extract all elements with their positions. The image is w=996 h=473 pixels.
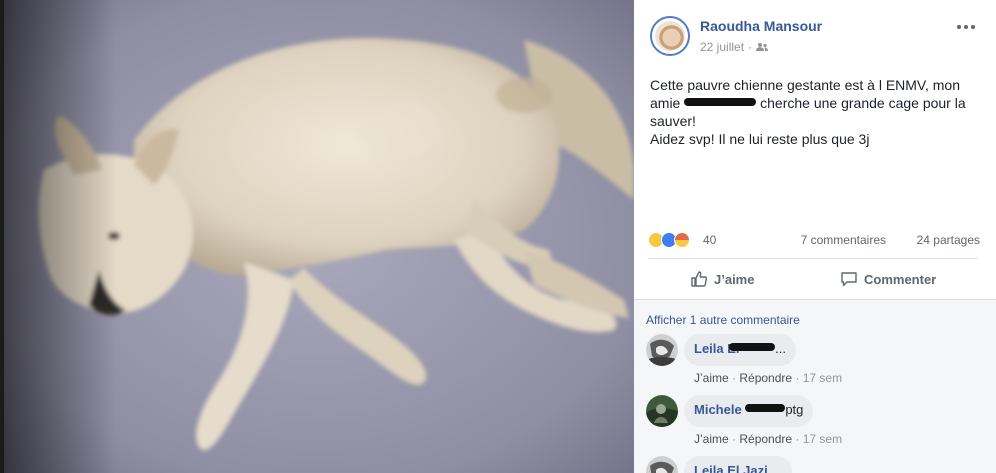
comment-button[interactable]: Commenter bbox=[840, 268, 936, 290]
reaction-icons[interactable] bbox=[648, 232, 690, 248]
comment-like-link[interactable]: J’aime bbox=[694, 432, 729, 446]
comment-time[interactable]: 17 sem bbox=[803, 371, 842, 385]
comment-actions: J’aime · Répondre · 17 sem bbox=[694, 371, 843, 385]
like-button[interactable]: J’aime bbox=[690, 268, 754, 290]
comment-reply-link[interactable]: Répondre bbox=[739, 432, 792, 446]
post-text-line: sauver! bbox=[650, 113, 696, 129]
comment-bubble: Leila El Jazi ... bbox=[684, 456, 793, 473]
friends-icon bbox=[756, 43, 769, 51]
commenter-avatar[interactable] bbox=[646, 395, 678, 427]
angry-reaction-icon bbox=[674, 232, 690, 248]
like-button-label: J’aime bbox=[714, 271, 755, 287]
post-photo[interactable] bbox=[0, 0, 634, 473]
comment-bubble: Leila El ... bbox=[684, 334, 796, 366]
divider bbox=[648, 258, 978, 259]
post-text-line: amie cherche une grande cage pour la bbox=[650, 95, 966, 111]
comment-like-link[interactable]: J’aime bbox=[694, 371, 729, 385]
redaction-mark bbox=[729, 343, 776, 351]
redaction-mark bbox=[684, 98, 757, 106]
comment-count[interactable]: 7 commentaires bbox=[801, 233, 886, 247]
commenter-name[interactable]: Michele bbox=[694, 402, 742, 417]
comment-time[interactable]: 17 sem bbox=[803, 432, 842, 446]
reaction-count[interactable]: 40 bbox=[703, 233, 716, 247]
author-name[interactable]: Raoudha Mansour bbox=[700, 18, 822, 34]
post-header: Raoudha Mansour 22 juillet · bbox=[650, 16, 982, 58]
comments-section: Afficher 1 autre commentaire Leila El ..… bbox=[634, 299, 996, 473]
commenter-avatar[interactable] bbox=[646, 334, 678, 366]
post-panel: Raoudha Mansour 22 juillet · Cette pauvr… bbox=[634, 0, 996, 473]
post-text-line: Cette pauvre chienne gestante est à l EN… bbox=[650, 77, 960, 93]
comment-reply-link[interactable]: Répondre bbox=[739, 371, 792, 385]
action-bar: J’aime Commenter bbox=[648, 264, 978, 294]
redaction-mark bbox=[745, 404, 786, 412]
comment-actions: J’aime · Répondre · 17 sem bbox=[694, 432, 843, 446]
comment-text: ... bbox=[771, 463, 783, 473]
reactions-summary: 40 7 commentaires 24 partages bbox=[648, 230, 980, 250]
post-text-line: Aidez svp! Il ne lui reste plus que 3j bbox=[650, 131, 870, 147]
dog-photo bbox=[4, 0, 634, 473]
commenter-name[interactable]: Leila El Jazi bbox=[694, 463, 768, 473]
meta-separator: · bbox=[748, 40, 753, 54]
share-count[interactable]: 24 partages bbox=[917, 233, 980, 247]
comment-bubble: Michele ptg bbox=[684, 395, 814, 427]
comment-text: ... bbox=[775, 341, 786, 356]
view-more-comments-link[interactable]: Afficher 1 autre commentaire bbox=[646, 313, 800, 327]
thumbs-up-icon bbox=[691, 271, 708, 287]
comment-text: ptg bbox=[785, 402, 804, 417]
post-date[interactable]: 22 juillet bbox=[700, 40, 744, 54]
more-options-button[interactable] bbox=[954, 18, 978, 36]
post-text: Cette pauvre chienne gestante est à l EN… bbox=[650, 76, 980, 148]
comment-icon bbox=[841, 272, 857, 287]
author-avatar[interactable] bbox=[650, 16, 690, 56]
comment-button-label: Commenter bbox=[864, 271, 937, 287]
commenter-avatar[interactable] bbox=[646, 456, 678, 473]
post-meta: 22 juillet · bbox=[700, 40, 769, 54]
